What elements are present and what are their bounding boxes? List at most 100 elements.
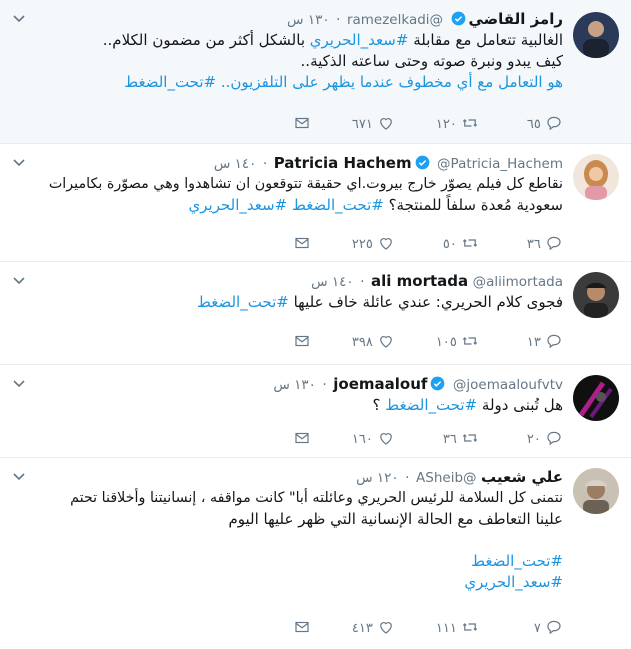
reply-button[interactable]: ٧: [528, 618, 563, 638]
tweet[interactable]: ali mortada @aliimortada · ١٤٠ س فجوى كل…: [0, 262, 631, 365]
tweet-actions: ٣٦ ٥٠ ٢٢٥: [18, 234, 563, 254]
timestamp[interactable]: ١٣٠ س: [273, 377, 316, 393]
hashtag-link[interactable]: #سعد_الحريري: [310, 31, 409, 49]
tweet-line: علينا التعاطف مع الحالة الإنسانية التي ظ…: [228, 510, 563, 528]
like-icon: [380, 336, 392, 348]
retweet-icon: [462, 337, 478, 345]
tweet-actions: ٢٠ ٣٦ ١٦٠: [18, 429, 563, 449]
like-button[interactable]: ١٦٠: [346, 429, 395, 449]
handle[interactable]: @ramezelkadi: [347, 12, 443, 28]
tweet-actions: ٧ ١١١ ٤١٣: [18, 618, 563, 638]
timestamp[interactable]: ١٣٠ س: [287, 12, 330, 28]
handle[interactable]: @joemaaloufvtv: [453, 377, 563, 393]
tweet[interactable]: رامز القاضي @ramezelkadi · ١٣٠ س الغالبي…: [0, 0, 631, 144]
reply-icon: [547, 431, 561, 446]
retweet-icon: [462, 119, 478, 127]
caret-down-icon[interactable]: [12, 272, 26, 285]
handle[interactable]: @aliimortada: [473, 274, 563, 290]
tweet-line: كيف يبدو ونبرة صوته وحتى ساعته الذكية..: [300, 52, 563, 70]
retweet-icon: [462, 623, 478, 631]
tweet[interactable]: joemaalouf @joemaaloufvtv · ١٣٠ س هل تُب…: [0, 365, 631, 458]
direct-message-icon: [295, 621, 309, 633]
tweet-text: نتمنى كل السلامة للرئيس الحريري وعائلته …: [12, 488, 563, 593]
caret-down-icon[interactable]: [12, 10, 26, 23]
timestamp[interactable]: ١٤٠ س: [311, 274, 354, 290]
reply-icon: [547, 116, 561, 131]
direct-message-icon: [295, 237, 309, 249]
display-name[interactable]: joemaalouf: [333, 375, 427, 393]
retweet-button[interactable]: ١٠٥: [430, 332, 479, 352]
avatar[interactable]: [573, 375, 619, 421]
direct-message-button[interactable]: [293, 332, 311, 352]
tweet-header: ali mortada @aliimortada · ١٤٠ س: [311, 272, 563, 290]
tweet-text: نقاطع كل فيلم يصوّر خارج بيروت.اي حقيقة …: [12, 174, 563, 216]
tweet-line[interactable]: هو التعامل مع أي مخطوف عندما يظهر على ال…: [12, 72, 563, 93]
avatar[interactable]: [573, 468, 619, 514]
tweet-header: رامز القاضي @ramezelkadi · ١٣٠ س: [287, 10, 564, 28]
direct-message-button[interactable]: [293, 618, 311, 638]
display-name[interactable]: علي شعيب: [481, 468, 563, 486]
tweet-text: هل تُبنى دولة #تحت_الضغط ؟: [12, 395, 563, 416]
tweet-text: الغالبية تتعامل مع مقابلة #سعد_الحريري ب…: [12, 30, 563, 93]
tweet-line: فجوى كلام الحريري: عندي عائلة خاف عليها …: [196, 293, 563, 311]
direct-message-icon: [295, 117, 309, 129]
like-icon: [380, 433, 392, 445]
hashtag-link[interactable]: #سعد_الحريري: [189, 196, 288, 214]
retweet-button[interactable]: ١٢٠: [430, 114, 479, 134]
direct-message-button[interactable]: [293, 429, 311, 449]
retweet-icon: [462, 239, 478, 247]
direct-message-button[interactable]: [293, 234, 311, 254]
tweet-hashtag[interactable]: #سعد_الحريري: [12, 572, 563, 593]
verified-icon: [430, 376, 445, 391]
caret-down-icon[interactable]: [12, 375, 26, 388]
like-button[interactable]: ٦٧١: [346, 114, 395, 134]
tweet-line: هل تُبنى دولة #تحت_الضغط ؟: [372, 396, 563, 414]
tweet-line: نقاطع كل فيلم يصوّر خارج بيروت.اي حقيقة …: [48, 176, 563, 192]
like-icon: [380, 622, 392, 634]
tweet-hashtag[interactable]: #تحت_الضغط: [12, 551, 563, 572]
avatar[interactable]: [573, 272, 619, 318]
direct-message-icon: [295, 432, 309, 444]
hashtag-link[interactable]: #تحت_الضغط: [124, 73, 216, 91]
retweet-icon: [462, 434, 478, 442]
reply-button[interactable]: ٣٦: [521, 234, 563, 254]
tweet-text: فجوى كلام الحريري: عندي عائلة خاف عليها …: [12, 292, 563, 313]
retweet-button[interactable]: ٥٠: [437, 234, 479, 254]
reply-icon: [547, 334, 561, 349]
avatar[interactable]: [573, 154, 619, 200]
tweet-header: Patricia Hachem @Patricia_Hachem · ١٤٠ س: [213, 154, 563, 172]
caret-down-icon[interactable]: [12, 154, 26, 167]
direct-message-button[interactable]: [293, 114, 311, 134]
tweet[interactable]: Patricia Hachem @Patricia_Hachem · ١٤٠ س…: [0, 144, 631, 262]
verified-icon: [451, 11, 466, 26]
avatar[interactable]: [573, 12, 619, 58]
hashtag-link[interactable]: #تحت_الضغط: [197, 293, 289, 311]
display-name[interactable]: Patricia Hachem: [274, 154, 412, 172]
reply-button[interactable]: ٦٥: [521, 114, 563, 134]
caret-down-icon[interactable]: [12, 468, 26, 481]
timestamp[interactable]: ١٤٠ س: [214, 156, 257, 172]
display-name[interactable]: ali mortada: [371, 272, 468, 290]
like-button[interactable]: ٤١٣: [346, 618, 395, 638]
tweet-line: الغالبية تتعامل مع مقابلة #سعد_الحريري ب…: [102, 31, 563, 49]
hashtag-link[interactable]: #تحت_الضغط: [385, 396, 477, 414]
like-icon: [380, 238, 392, 250]
tweet-line: سعودية مُعدة سلفاً للمنتجة؟ #تحت_الضغط #…: [188, 196, 563, 214]
tweet-header: علي شعيب @ASheib · ١٢٠ س: [356, 468, 563, 486]
reply-button[interactable]: ١٣: [521, 332, 563, 352]
like-button[interactable]: ٣٩٨: [346, 332, 395, 352]
tweet[interactable]: علي شعيب @ASheib · ١٢٠ س نتمنى كل السلام…: [0, 458, 631, 649]
retweet-button[interactable]: ١١١: [430, 618, 479, 638]
timeline: رامز القاضي @ramezelkadi · ١٣٠ س الغالبي…: [0, 0, 631, 649]
retweet-button[interactable]: ٣٦: [437, 429, 479, 449]
like-button[interactable]: ٢٢٥: [346, 234, 395, 254]
display-name[interactable]: رامز القاضي: [469, 10, 564, 28]
tweet-header: joemaalouf @joemaaloufvtv · ١٣٠ س: [273, 375, 563, 393]
tweet-actions: ٦٥ ١٢٠ ٦٧١: [18, 114, 563, 134]
handle[interactable]: @ASheib: [416, 470, 477, 486]
handle[interactable]: @Patricia_Hachem: [437, 156, 563, 172]
timestamp[interactable]: ١٢٠ س: [356, 470, 399, 486]
verified-icon: [415, 155, 430, 170]
reply-button[interactable]: ٢٠: [521, 429, 563, 449]
hashtag-link[interactable]: #تحت_الضغط: [292, 196, 384, 214]
